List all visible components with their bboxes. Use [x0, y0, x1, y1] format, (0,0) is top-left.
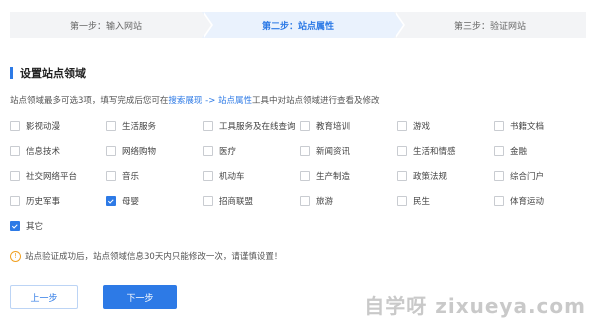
site-attributes-link[interactable]: 站点属性	[218, 96, 252, 106]
category-label: 新闻资讯	[316, 147, 351, 157]
category-label: 政策法规	[413, 172, 448, 182]
next-step-button[interactable]: 下一步	[103, 285, 177, 309]
section-accent-bar	[10, 67, 13, 79]
field-description: 站点领域最多可选3项，填写完成后您可在搜索展现 -> 站点属性工具中对站点领域进…	[10, 94, 380, 106]
category-option[interactable]: 影视动漫	[10, 120, 60, 132]
category-label: 网络购物	[122, 147, 157, 157]
category-checkbox[interactable]	[106, 121, 116, 131]
category-label: 书籍文档	[510, 122, 545, 132]
category-option[interactable]: 工具服务及在线查询	[203, 120, 296, 132]
step-1-label: 第一步：输入网站	[69, 21, 142, 32]
category-option[interactable]: 政策法规	[397, 170, 447, 182]
category-checkbox[interactable]	[106, 146, 116, 156]
category-checkbox[interactable]	[10, 196, 20, 206]
category-label: 信息技术	[26, 147, 61, 157]
category-option[interactable]: 音乐	[106, 170, 139, 182]
step-3: 第三步：验证网站	[394, 12, 586, 38]
category-option[interactable]: 生活服务	[106, 120, 156, 132]
category-label: 其它	[26, 222, 44, 232]
category-checkbox[interactable]	[10, 221, 20, 231]
category-checkbox[interactable]	[494, 196, 504, 206]
step-1: 第一步：输入网站	[10, 12, 213, 38]
category-checkbox[interactable]	[203, 171, 213, 181]
category-option[interactable]: 生活和情感	[397, 145, 456, 157]
category-checkbox[interactable]	[494, 146, 504, 156]
category-option[interactable]: 医疗	[203, 145, 236, 157]
category-checkbox[interactable]	[300, 121, 310, 131]
category-checkbox[interactable]	[10, 146, 20, 156]
prev-step-button[interactable]: 上一步	[10, 285, 78, 309]
info-icon: !	[10, 250, 21, 262]
step-progress-bar: 第一步：输入网站 第二步：站点属性 第三步：验证网站	[10, 12, 586, 38]
category-checkbox[interactable]	[203, 146, 213, 156]
category-label: 工具服务及在线查询	[219, 122, 296, 132]
step-2-label: 第二步：站点属性	[261, 21, 334, 32]
search-display-link[interactable]: 搜索展现	[168, 96, 202, 106]
category-option[interactable]: 书籍文档	[494, 120, 544, 132]
category-checkbox[interactable]	[106, 196, 116, 206]
category-checkbox[interactable]	[300, 146, 310, 156]
category-checkbox[interactable]	[397, 196, 407, 206]
category-option[interactable]: 机动车	[203, 170, 245, 182]
category-checkbox[interactable]	[397, 121, 407, 131]
category-option[interactable]: 新闻资讯	[300, 145, 350, 157]
category-label: 民生	[413, 197, 431, 207]
category-option[interactable]: 招商联盟	[203, 195, 253, 207]
description-arrow: ->	[202, 96, 219, 106]
category-checkbox[interactable]	[300, 196, 310, 206]
section-title: 设置站点领域	[20, 67, 86, 80]
section-header: 设置站点领域	[10, 66, 86, 80]
notice-text: 站点验证成功后，站点领域信息30天内只能修改一次，请谨慎设置！	[25, 252, 283, 262]
category-checkbox[interactable]	[397, 171, 407, 181]
category-checkbox[interactable]	[203, 196, 213, 206]
category-checkbox[interactable]	[203, 121, 213, 131]
category-label: 机动车	[219, 172, 245, 182]
category-label: 教育培训	[316, 122, 351, 132]
category-option[interactable]: 社交网络平台	[10, 170, 77, 182]
category-label: 金融	[510, 147, 528, 157]
category-option[interactable]: 旅游	[300, 195, 333, 207]
description-prefix: 站点领域最多可选3项，填写完成后您可在	[10, 96, 169, 106]
category-option[interactable]: 母婴	[106, 195, 139, 207]
description-suffix: 工具中对站点领域进行查看及修改	[252, 96, 380, 106]
category-checkbox[interactable]	[397, 146, 407, 156]
category-option[interactable]: 教育培训	[300, 120, 350, 132]
category-checkbox[interactable]	[10, 121, 20, 131]
notice: ! 站点验证成功后，站点领域信息30天内只能修改一次，请谨慎设置！	[10, 250, 282, 262]
category-checkbox[interactable]	[494, 121, 504, 131]
step-2: 第二步：站点属性	[202, 12, 405, 38]
category-label: 招商联盟	[219, 197, 254, 207]
category-option[interactable]: 民生	[397, 195, 430, 207]
category-option[interactable]: 其它	[10, 220, 43, 232]
category-label: 体育运动	[510, 197, 545, 207]
category-label: 综合门户	[510, 172, 545, 182]
category-label: 历史军事	[26, 197, 61, 207]
category-option[interactable]: 游戏	[397, 120, 430, 132]
category-label: 生活和情感	[413, 147, 456, 157]
category-option[interactable]: 金融	[494, 145, 527, 157]
category-label: 医疗	[219, 147, 237, 157]
category-option[interactable]: 体育运动	[494, 195, 544, 207]
category-checkbox[interactable]	[300, 171, 310, 181]
category-label: 旅游	[316, 197, 334, 207]
category-option[interactable]: 历史军事	[10, 195, 60, 207]
category-label: 生活服务	[122, 122, 157, 132]
category-option[interactable]: 生产制造	[300, 170, 350, 182]
category-label: 影视动漫	[26, 122, 61, 132]
step-3-label: 第三步：验证网站	[453, 21, 526, 32]
watermark: 自学呀 zixueya.com	[364, 294, 586, 318]
category-label: 生产制造	[316, 172, 351, 182]
category-option[interactable]: 综合门户	[494, 170, 544, 182]
category-label: 音乐	[122, 172, 140, 182]
category-checkbox[interactable]	[494, 171, 504, 181]
category-label: 社交网络平台	[26, 172, 78, 182]
category-checkbox[interactable]	[106, 171, 116, 181]
category-option[interactable]: 网络购物	[106, 145, 156, 157]
category-label: 游戏	[413, 122, 431, 132]
category-checkbox[interactable]	[10, 171, 20, 181]
category-label: 母婴	[122, 197, 140, 207]
category-option[interactable]: 信息技术	[10, 145, 60, 157]
